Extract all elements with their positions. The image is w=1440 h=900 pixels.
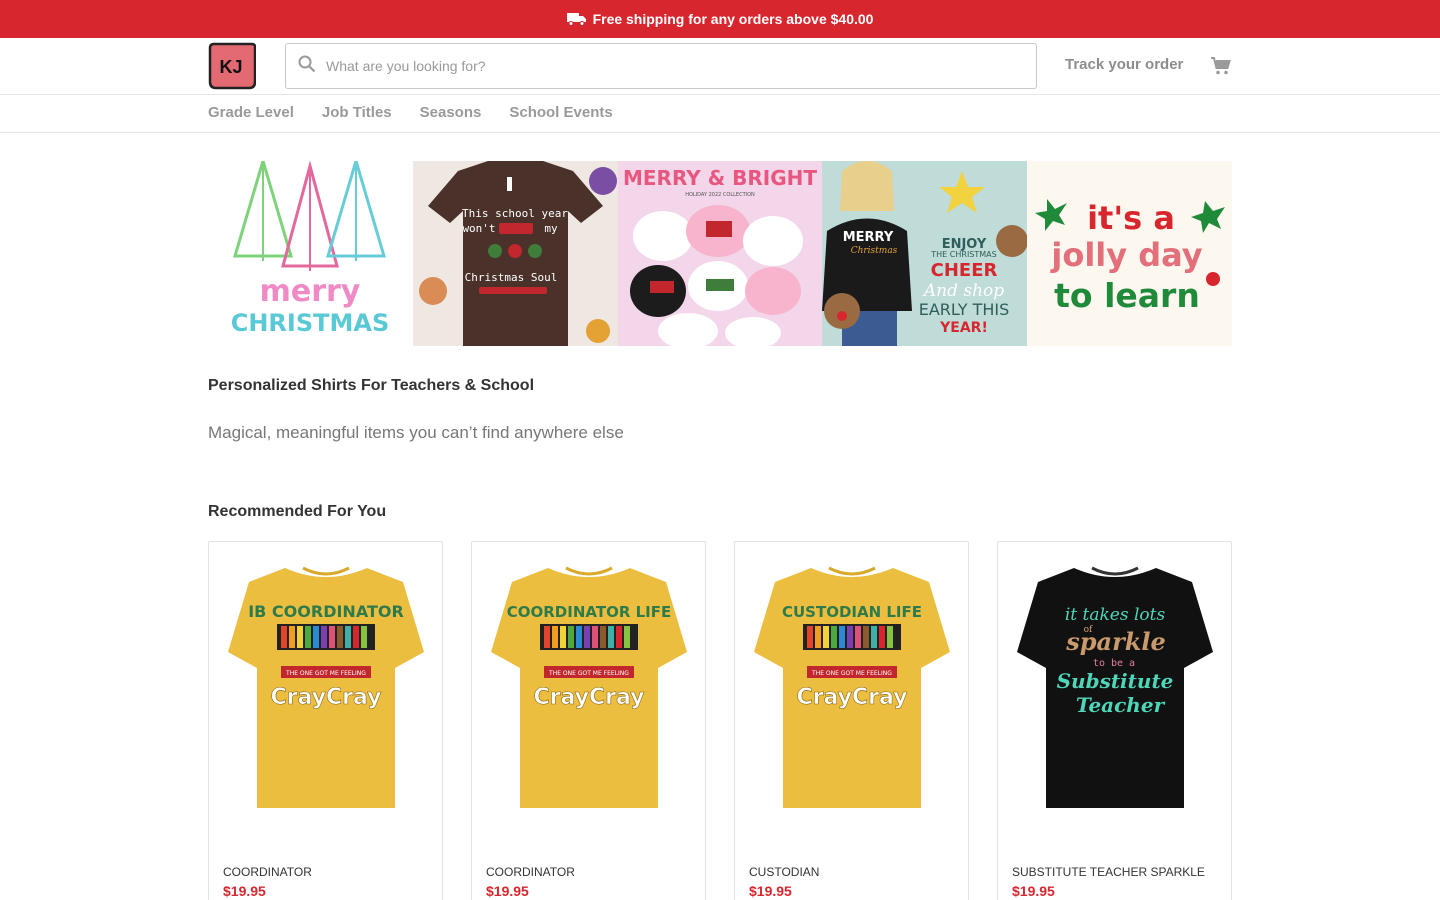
product-card[interactable]: COORDINATOR LIFE THE ONE GOT ME FEELING … bbox=[471, 541, 706, 900]
product-card[interactable]: IB COORDINATOR THE ONE GOT ME FEELING Cr… bbox=[208, 541, 443, 900]
product-image: COORDINATOR LIFE THE ONE GOT ME FEELING … bbox=[491, 566, 687, 808]
product-image: CUSTODIAN LIFE THE ONE GOT ME FEELING Cr… bbox=[754, 566, 950, 808]
banner-3-line-1: MERRY & BRIGHT bbox=[623, 166, 817, 190]
banner-enjoy-cheer[interactable]: MERRY Christmas ENJOY THE CHRISTMAS CHEE… bbox=[822, 161, 1028, 346]
product-print-3: CrayCray bbox=[270, 685, 381, 710]
banner-1-line-1: merry bbox=[260, 274, 361, 309]
nav-item-seasons[interactable]: Seasons bbox=[420, 104, 482, 121]
product-price: $19.95 bbox=[749, 883, 792, 899]
banner-4-line-7: EARLY THIS bbox=[919, 300, 1010, 319]
promo-text: Free shipping for any orders above $40.0… bbox=[592, 11, 874, 27]
page-subtitle: Magical, meaningful items you can’t find… bbox=[208, 423, 624, 442]
banner-5-line-1: it's a bbox=[1087, 199, 1175, 237]
product-print-5: Substitute bbox=[1057, 669, 1174, 693]
banner-5-line-2: jolly day bbox=[1050, 236, 1203, 274]
product-name[interactable]: COORDINATOR bbox=[486, 865, 575, 879]
banner-merry-christmas[interactable]: merry CHRISTMAS bbox=[208, 161, 413, 346]
product-print-3: CrayCray bbox=[533, 685, 644, 710]
banner-2-line-1: This school year bbox=[462, 207, 568, 220]
banner-2-line-2: won't bbox=[462, 222, 495, 235]
nav-item-job-titles[interactable]: Job Titles bbox=[322, 104, 392, 121]
product-image: IB COORDINATOR THE ONE GOT ME FEELING Cr… bbox=[228, 566, 424, 808]
product-name[interactable]: COORDINATOR bbox=[223, 865, 312, 879]
banner-5-line-3: to learn bbox=[1054, 276, 1200, 315]
product-print-1: IB COORDINATOR bbox=[248, 602, 404, 621]
recommended-heading: Recommended For You bbox=[208, 503, 387, 520]
search-icon bbox=[298, 55, 316, 78]
banner-2-line-4: Christmas Soul bbox=[464, 271, 557, 284]
product-print-2: THE ONE GOT ME FEELING bbox=[811, 670, 892, 677]
crayon-row bbox=[540, 624, 638, 650]
banner-4-line-4: THE CHRISTMAS bbox=[931, 250, 997, 259]
product-price: $19.95 bbox=[486, 883, 529, 899]
track-order-link[interactable]: Track your order bbox=[1065, 56, 1183, 73]
product-grid: IB COORDINATOR THE ONE GOT ME FEELING Cr… bbox=[208, 541, 1232, 900]
banner-4-line-1: MERRY bbox=[843, 230, 894, 245]
product-print-1: COORDINATOR LIFE bbox=[507, 603, 671, 621]
product-print-1: it takes lots bbox=[1065, 605, 1166, 625]
cart-icon[interactable] bbox=[1210, 55, 1232, 77]
banner-4-line-2: Christmas bbox=[851, 246, 898, 256]
banner-4-line-8: YEAR! bbox=[940, 320, 989, 336]
category-nav: Grade Level Job Titles Seasons School Ev… bbox=[0, 95, 1440, 133]
banner-2-line-3: my bbox=[544, 222, 558, 235]
banner-1-line-2: CHRISTMAS bbox=[231, 309, 390, 337]
product-print-1: CUSTODIAN LIFE bbox=[782, 603, 922, 621]
product-print-6: Teacher bbox=[1076, 693, 1166, 717]
banner-jolly-day[interactable]: it's a jolly day to learn bbox=[1027, 161, 1232, 346]
banner-merry-bright[interactable]: MERRY & BRIGHT HOLIDAY 2022 COLLECTION bbox=[617, 161, 823, 346]
crayon-row bbox=[277, 624, 375, 650]
product-print-3: sparkle bbox=[1065, 627, 1166, 656]
product-card[interactable]: CUSTODIAN LIFE THE ONE GOT ME FEELING Cr… bbox=[734, 541, 969, 900]
search-bar[interactable] bbox=[285, 43, 1037, 89]
holiday-banner-strip: merry CHRISTMAS This school year won't m… bbox=[208, 161, 1232, 346]
product-name[interactable]: CUSTODIAN bbox=[749, 865, 819, 879]
product-print-4: to be a bbox=[1093, 658, 1135, 669]
nav-item-grade-level[interactable]: Grade Level bbox=[208, 104, 294, 121]
promo-bar: Free shipping for any orders above $40.0… bbox=[0, 0, 1440, 38]
product-image: it takes lots of sparkle to be a Substit… bbox=[1017, 566, 1213, 808]
header: KJ Track your order bbox=[0, 38, 1440, 95]
product-price: $19.95 bbox=[223, 883, 266, 899]
banner-3-line-2: HOLIDAY 2022 COLLECTION bbox=[685, 192, 755, 198]
product-print-3: CrayCray bbox=[796, 685, 907, 710]
product-name[interactable]: SUBSTITUTE TEACHER SPARKLE bbox=[1012, 865, 1205, 879]
product-card[interactable]: it takes lots of sparkle to be a Substit… bbox=[997, 541, 1232, 900]
page-title: Personalized Shirts For Teachers & Schoo… bbox=[208, 377, 535, 394]
crayon-row bbox=[803, 624, 901, 650]
search-input[interactable] bbox=[326, 58, 1036, 74]
logo-text: KJ bbox=[219, 57, 242, 77]
banner-4-line-5: CHEER bbox=[931, 260, 998, 281]
banner-christmas-soul[interactable]: This school year won't my Christmas Soul bbox=[412, 161, 618, 346]
banner-4-line-6: And shop bbox=[922, 281, 1004, 301]
product-print-2: THE ONE GOT ME FEELING bbox=[285, 670, 366, 677]
logo[interactable]: KJ bbox=[208, 42, 257, 90]
product-print-2: THE ONE GOT ME FEELING bbox=[548, 670, 629, 677]
product-price: $19.95 bbox=[1012, 883, 1055, 899]
nav-item-school-events[interactable]: School Events bbox=[509, 104, 612, 121]
truck-icon bbox=[566, 12, 587, 26]
